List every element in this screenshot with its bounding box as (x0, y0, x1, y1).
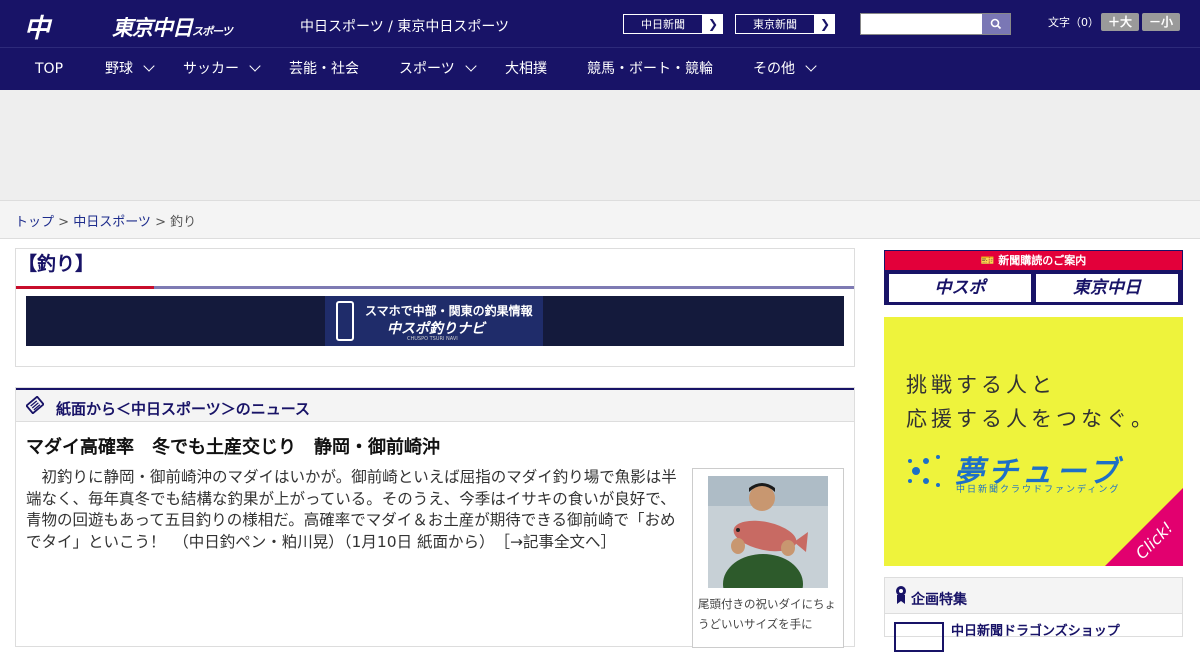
photo-caption: 尾頭付きの祝いダイにちょうどいいサイズを手に (698, 597, 836, 631)
nav-item-label: 大相撲 (505, 61, 547, 77)
nav-item-soccer[interactable]: サッカー (183, 48, 261, 90)
chunichi-shimbun-link[interactable]: 中日新聞 ❯ (622, 13, 724, 35)
font-size-decrease-button[interactable]: －小 (1142, 13, 1180, 31)
ticket-icon: 🎫 (980, 254, 999, 267)
chevron-right-icon: ❯ (819, 17, 831, 31)
page-title: 【釣り】 (18, 253, 95, 275)
article-body: 初釣りに静岡・御前崎沖のマダイはいかが。御前崎といえば屈指のマダイ釣り場で魚影は… (26, 467, 686, 553)
nav-item-label: 芸能・社会 (289, 61, 359, 77)
subscription-box: 🎫 新聞購読のご案内 中スポ 東京中日 (884, 250, 1183, 305)
fishing-section-panel: 【釣り】 スマホで中部・関東の釣果情報 中スポ釣りナビ CHUSPO TSURI… (15, 248, 855, 367)
search-icon (990, 18, 1002, 30)
tsuri-navi-banner[interactable]: スマホで中部・関東の釣果情報 中スポ釣りナビ CHUSPO TSURI NAVI (26, 296, 844, 346)
tokyo-shimbun-link[interactable]: 東京新聞 ❯ (734, 13, 836, 35)
search-input[interactable] (861, 14, 983, 34)
main-nav: TOP 野球 サッカー 芸能・社会 スポーツ 大相撲 競馬・ボート・競輪 その他 (0, 48, 1200, 90)
yume-tube-ad[interactable]: 挑戦する人と 応援する人をつなぐ。 夢チューブ 中日新聞クラウドファンディング … (884, 317, 1183, 566)
chevron-down-icon (805, 60, 817, 72)
angler-with-fish-image (708, 476, 828, 588)
nav-item-top[interactable]: TOP (35, 48, 63, 90)
article-photo[interactable] (708, 476, 828, 588)
subscribe-tokyo-chunichi-button[interactable]: 東京中日 (1036, 274, 1178, 302)
font-size-increase-button[interactable]: ＋大 (1101, 13, 1139, 31)
navi-banner-title: 中スポ釣りナビ (387, 321, 485, 337)
search-button[interactable] (982, 14, 1010, 34)
tokyo-shimbun-label: 東京新聞 (735, 14, 815, 34)
nav-item-label: スポーツ (399, 61, 455, 77)
newspaper-icon (26, 396, 44, 414)
feature-box: 企画特集 中日新聞ドラゴンズショップ (884, 577, 1183, 652)
breadcrumb-current: 釣り (170, 215, 197, 230)
subscription-heading-text: 新聞購読のご案内 (998, 254, 1087, 267)
breadcrumb-separator: > (54, 215, 74, 230)
nav-item-entertainment[interactable]: 芸能・社会 (289, 48, 359, 90)
article-photo-box: 尾頭付きの祝いダイにちょうどいいサイズを手に (692, 468, 844, 648)
yume-ad-line2: 応援する人をつなぐ。 (906, 407, 1156, 431)
nav-item-label: その他 (753, 61, 795, 77)
feature-header: 企画特集 (885, 578, 1182, 614)
site-header: 中スポ 東京中日スポーツ 中日スポーツ / 東京中日スポーツ 中日新聞 ❯ 東京… (0, 0, 1200, 118)
navi-banner-text: スマホで中部・関東の釣果情報 (365, 304, 533, 318)
subscription-heading: 🎫 新聞購読のご案内 (885, 251, 1182, 270)
navi-banner-subtitle: CHUSPO TSURI NAVI (407, 336, 458, 342)
nav-item-racing[interactable]: 競馬・ボート・競輪 (587, 48, 713, 90)
chevron-down-icon (249, 60, 261, 72)
font-size-label: 文字（0） (1048, 16, 1099, 29)
yume-ad-line1: 挑戦する人と (906, 373, 1056, 397)
breadcrumb: トップ > 中日スポーツ > 釣り (15, 211, 196, 230)
logo-tokyo-main: 東京中日 (112, 16, 193, 40)
ad-placeholder (0, 90, 1200, 200)
nav-item-other[interactable]: その他 (753, 48, 817, 90)
logo-tokyo-chunichi: 東京中日スポーツ (112, 12, 233, 42)
yume-tube-subtitle: 中日新聞クラウドファンディング (956, 485, 1121, 495)
breadcrumb-separator: > (150, 215, 171, 230)
nav-item-label: サッカー (183, 61, 239, 77)
chevron-down-icon (143, 60, 155, 72)
smartphone-icon (336, 301, 354, 341)
nav-item-sumo[interactable]: 大相撲 (505, 48, 547, 90)
yume-dots-icon (908, 455, 940, 487)
news-panel: 紙面から＜中日スポーツ＞のニュース マダイ高確率 冬でも土産交じり 静岡・御前崎… (15, 387, 855, 648)
chevron-down-icon (465, 60, 477, 72)
breadcrumb-bar: トップ > 中日スポーツ > 釣り (0, 200, 1200, 239)
nav-item-label: TOP (35, 61, 64, 77)
read-more-link[interactable]: ［→記事全文へ］ (502, 533, 616, 551)
chunichi-shimbun-label: 中日新聞 (623, 14, 703, 34)
news-heading: 紙面から＜中日スポーツ＞のニュース (56, 400, 310, 418)
breadcrumb-section[interactable]: 中日スポーツ (73, 215, 151, 230)
title-underline-accent (16, 286, 154, 289)
subscribe-chuspo-button[interactable]: 中スポ (889, 274, 1031, 302)
chevron-right-icon: ❯ (707, 17, 719, 31)
article-title[interactable]: マダイ高確率 冬でも土産交じり 静岡・御前崎沖 (26, 433, 440, 459)
nav-item-label: 競馬・ボート・競輪 (587, 61, 713, 77)
nav-item-baseball[interactable]: 野球 (105, 48, 155, 90)
breadcrumb-home[interactable]: トップ (15, 215, 54, 230)
feature-item-thumbnail[interactable] (894, 622, 944, 652)
nav-item-label: 野球 (105, 61, 133, 77)
header-site-links[interactable]: 中日スポーツ / 東京中日スポーツ (300, 16, 509, 36)
nav-item-sports[interactable]: スポーツ (399, 48, 477, 90)
search-box (860, 13, 1011, 35)
news-header: 紙面から＜中日スポーツ＞のニュース (16, 388, 854, 422)
feature-title: 企画特集 (911, 592, 967, 608)
tsuri-navi-banner-inner: スマホで中部・関東の釣果情報 中スポ釣りナビ CHUSPO TSURI NAVI (325, 296, 543, 346)
logo-tokyo-small: スポーツ (192, 25, 233, 38)
badge-icon (896, 586, 906, 604)
